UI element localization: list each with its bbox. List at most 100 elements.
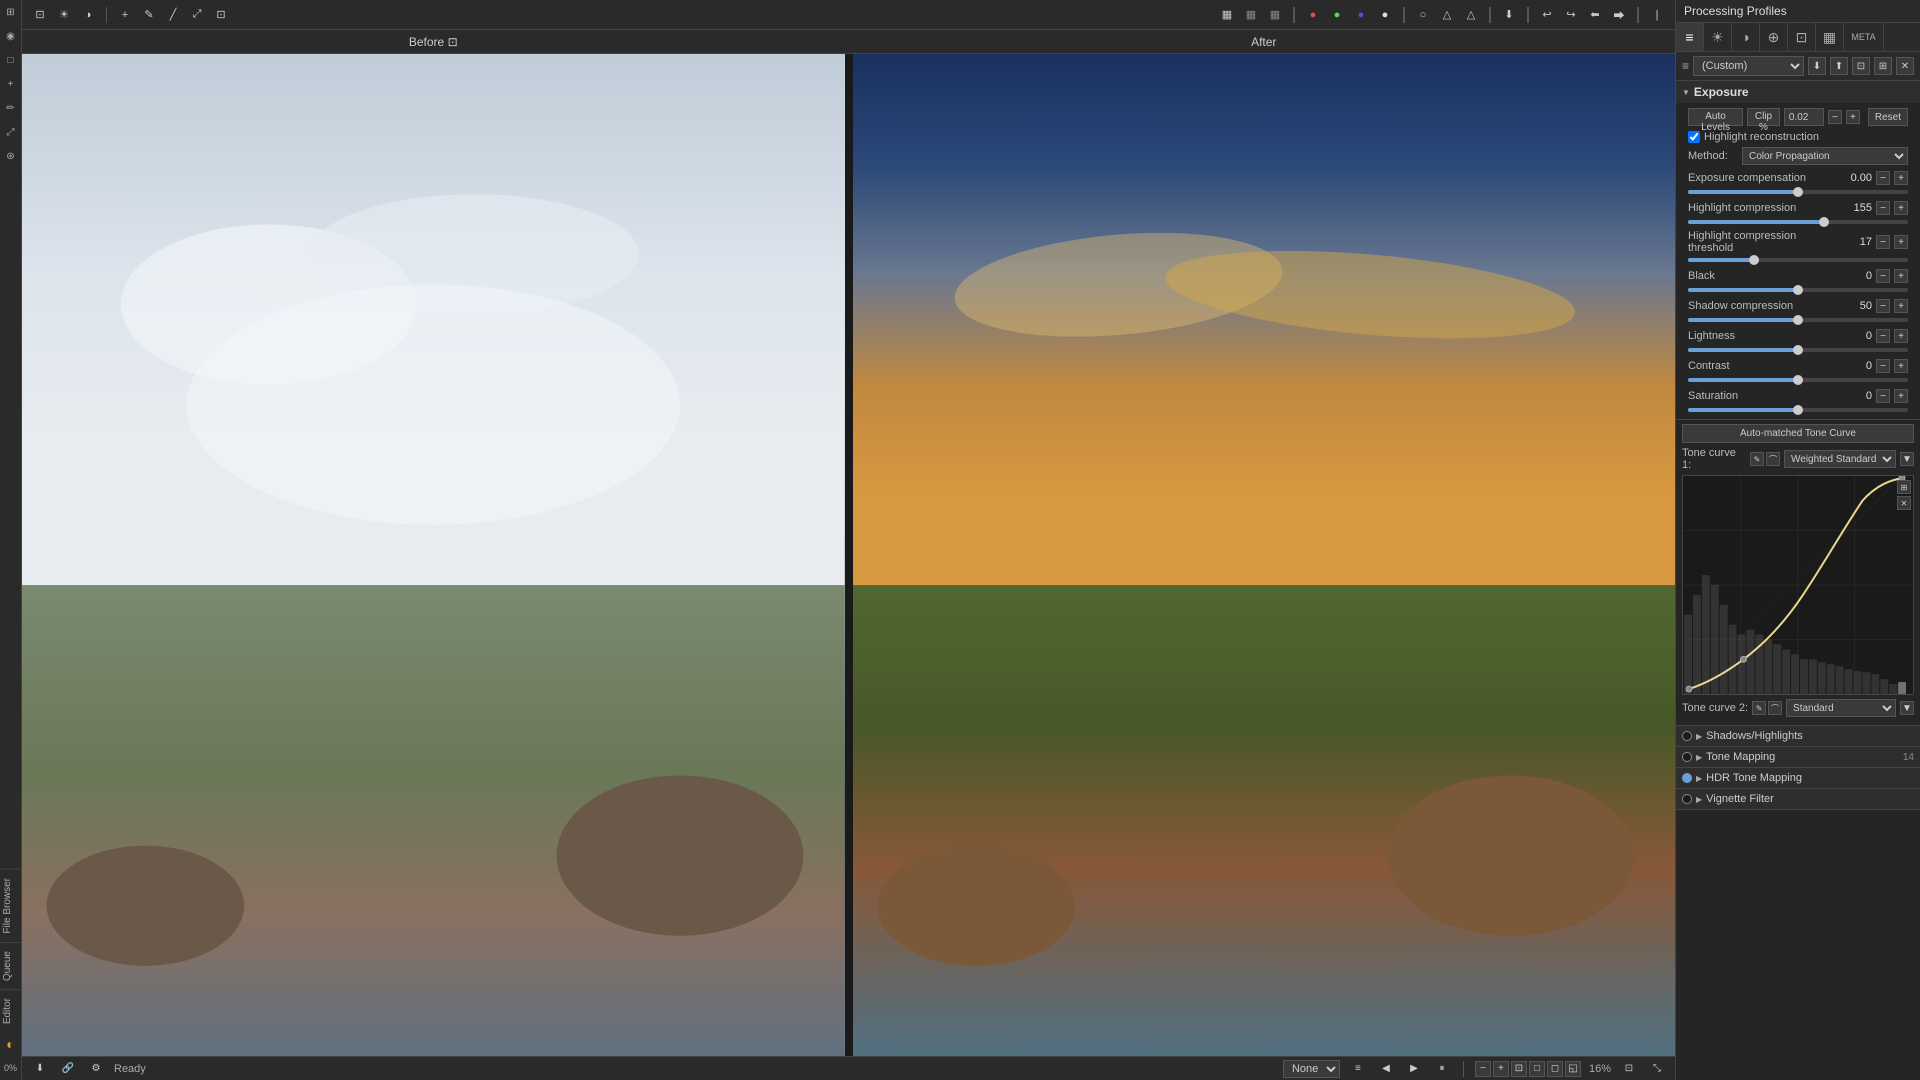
toolbar-btn-monitor2[interactable]: ▦ [1241,5,1261,25]
tc2-curve-icon[interactable]: ⌒ [1768,701,1782,715]
sidebar-tab-editor[interactable]: Editor [0,989,21,1032]
bottom-btn-gear[interactable]: ⚙ [86,1059,106,1079]
clip-value-input[interactable] [1784,108,1824,126]
toolbar-btn-sun[interactable]: ☀ [54,5,74,25]
profile-load-btn[interactable]: ⬆ [1830,57,1848,75]
auto-levels-btn[interactable]: Auto Levels [1688,108,1743,126]
hl-comp-plus[interactable]: + [1894,201,1908,215]
profile-copy-btn[interactable]: ⊡ [1852,57,1870,75]
highlight-reconstruction-label[interactable]: Highlight reconstruction [1704,131,1819,143]
tc-side-btn-2[interactable]: ✕ [1897,496,1911,510]
toolbar-btn-pipe[interactable]: | [1647,5,1667,25]
exp-comp-minus[interactable]: − [1876,171,1890,185]
toolbar-btn-circle-outline[interactable]: ○ [1413,5,1433,25]
sidebar-tab-file-browser[interactable]: File Browser [0,869,21,942]
bottom-btn-pause[interactable]: ⏸ [1432,1059,1452,1079]
tool-tab-color[interactable]: ◑ [1732,23,1760,51]
bottom-btn-list[interactable]: ≡ [1348,1059,1368,1079]
sidebar-icon-square[interactable]: □ [3,52,19,68]
bottom-btn-expand[interactable]: ⊡ [1619,1059,1639,1079]
sidebar-icon-plus[interactable]: + [3,76,19,92]
toolbar-btn-forward[interactable]: ⮕ [1609,5,1629,25]
contrast-plus[interactable]: + [1894,359,1908,373]
vignette-radio[interactable] [1682,794,1692,804]
hdr-tone-mapping-radio[interactable] [1682,773,1692,783]
tone-curve-2-select[interactable]: Standard [1786,699,1896,717]
tc-side-btn-1[interactable]: ⊞ [1897,480,1911,494]
contrast-slider[interactable] [1688,378,1908,382]
highlight-reconstruction-checkbox[interactable] [1688,131,1700,143]
profile-paste-btn[interactable]: ⊞ [1874,57,1892,75]
hl-thresh-plus[interactable]: + [1894,235,1908,249]
tool-tab-transform[interactable]: ⊡ [1788,23,1816,51]
shadows-highlights-radio[interactable] [1682,731,1692,741]
lightness-plus[interactable]: + [1894,329,1908,343]
toolbar-btn-move[interactable]: ⤢ [187,5,207,25]
before-panel[interactable] [22,54,845,1056]
zoom-out-btn[interactable]: − [1475,1061,1491,1077]
saturation-plus[interactable]: + [1894,389,1908,403]
lightness-minus[interactable]: − [1876,329,1890,343]
sidebar-icon-arrows[interactable]: ⤢ [3,124,19,140]
bottom-btn-prev[interactable]: ◀ [1376,1059,1396,1079]
toolbar-btn-triangle1[interactable]: △ [1437,5,1457,25]
bottom-btn-save[interactable]: ⬇ [30,1059,50,1079]
toolbar-btn-crop[interactable]: ⊡ [211,5,231,25]
shadow-comp-plus[interactable]: + [1894,299,1908,313]
toolbar-btn-pencil[interactable]: ✎ [139,5,159,25]
bottom-btn-fullscreen[interactable]: ⤡ [1647,1059,1667,1079]
tone-curve-1-select[interactable]: Weighted Standard [1784,450,1896,468]
after-panel[interactable] [853,54,1676,1056]
tone-mapping-header[interactable]: ▶ Tone Mapping 14 [1676,747,1920,767]
toolbar-btn-save[interactable]: ⬇ [1499,5,1519,25]
hl-comp-minus[interactable]: − [1876,201,1890,215]
sidebar-icon-circle[interactable]: ◉ [3,28,19,44]
zoom-in-btn[interactable]: + [1493,1061,1509,1077]
toolbar-btn-plus[interactable]: + [115,5,135,25]
lightness-slider[interactable] [1688,348,1908,352]
toolbar-btn-back[interactable]: ⬅ [1585,5,1605,25]
tool-tab-exposure[interactable]: ☀ [1704,23,1732,51]
toolbar-btn-monitor3[interactable]: ▦ [1265,5,1285,25]
profile-select[interactable]: (Custom) [1693,56,1804,76]
tone-curve-canvas[interactable]: ⊞ ✕ [1682,475,1914,695]
shadow-comp-minus[interactable]: − [1876,299,1890,313]
toolbar-btn-red[interactable]: ● [1303,5,1323,25]
tc1-edit-icon[interactable]: ✎ [1750,452,1764,466]
tool-tab-list[interactable]: ≡ [1676,23,1704,51]
clip-percent-btn[interactable]: Clip % [1747,108,1780,126]
black-plus[interactable]: + [1894,269,1908,283]
auto-matched-tone-btn[interactable]: Auto-matched Tone Curve [1682,424,1914,443]
method-select[interactable]: Color Propagation [1742,147,1908,165]
clip-minus-btn[interactable]: − [1828,110,1842,124]
tc1-curve-icon[interactable]: ⌒ [1766,452,1780,466]
highlight-comp-slider[interactable] [1688,220,1908,224]
sidebar-icon-color-wheel[interactable]: ◐ [3,1036,19,1052]
toolbar-btn-undo2[interactable]: ↪ [1561,5,1581,25]
toolbar-btn-green[interactable]: ● [1327,5,1347,25]
saturation-slider[interactable] [1688,408,1908,412]
toolbar-btn-white[interactable]: ● [1375,5,1395,25]
profile-delete-btn[interactable]: ✕ [1896,57,1914,75]
panel-divider[interactable] [845,54,853,1056]
tone-mapping-radio[interactable] [1682,752,1692,762]
sidebar-icon-home[interactable]: ⊞ [3,4,19,20]
tool-tab-detail[interactable]: ⊕ [1760,23,1788,51]
exposure-section-header[interactable]: ▼ Exposure [1676,81,1920,103]
toolbar-btn-moon[interactable]: ◑ [78,5,98,25]
bottom-btn-link[interactable]: 🔗 [58,1059,78,1079]
shadows-highlights-header[interactable]: ▶ Shadows/Highlights [1676,726,1920,746]
bottom-btn-play[interactable]: ▶ [1404,1059,1424,1079]
tc2-expand[interactable]: ▼ [1900,701,1914,715]
toolbar-btn-undo[interactable]: ↩ [1537,5,1557,25]
exposure-comp-slider[interactable] [1688,190,1908,194]
toolbar-btn-blue[interactable]: ● [1351,5,1371,25]
toolbar-btn-triangle2[interactable]: △ [1461,5,1481,25]
sidebar-icon-pencil[interactable]: ✏ [3,100,19,116]
toolbar-btn-snap[interactable]: ⊡ [30,5,50,25]
zoom-custom-btn[interactable]: ◱ [1565,1061,1581,1077]
toolbar-btn-line[interactable]: ╱ [163,5,183,25]
black-minus[interactable]: − [1876,269,1890,283]
reset-btn[interactable]: Reset [1868,108,1908,126]
zoom-100-btn[interactable]: □ [1529,1061,1545,1077]
